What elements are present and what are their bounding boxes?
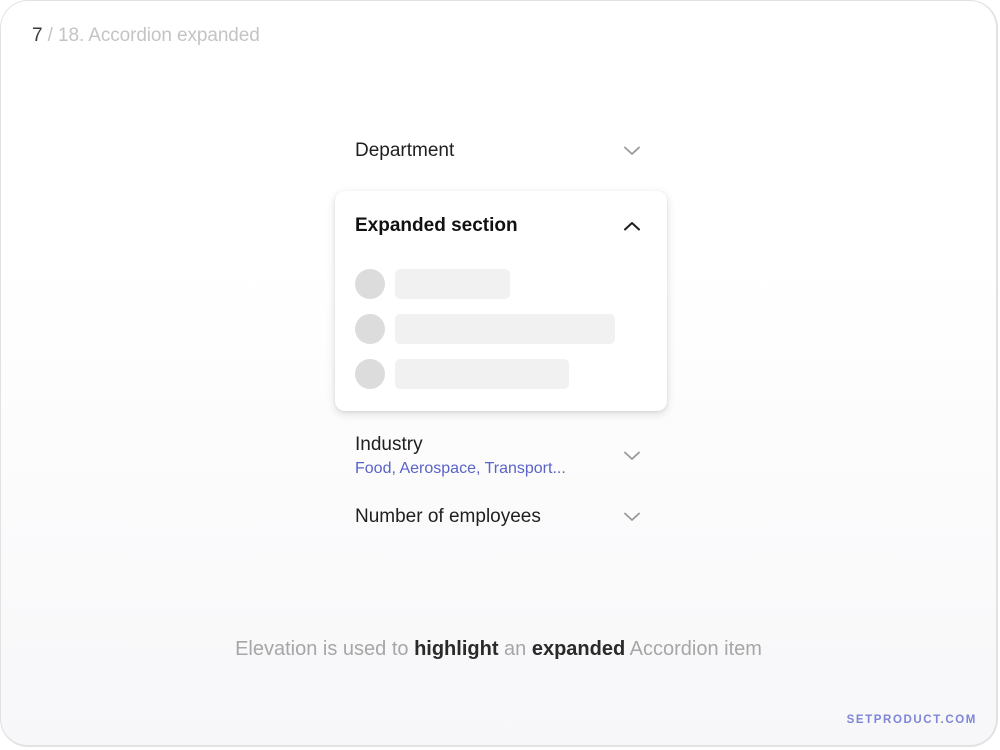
skeleton-text-bar	[395, 268, 510, 299]
chevron-down-icon[interactable]	[621, 445, 643, 467]
accordion-item-industry[interactable]: Industry Food, Aerospace, Transport...	[335, 429, 667, 483]
chevron-down-icon[interactable]	[621, 140, 643, 162]
accordion-item-expanded: Expanded section	[335, 191, 667, 411]
caption-text: Accordion item	[625, 638, 762, 660]
slide-number: 7	[32, 25, 43, 46]
caption: Elevation is used to highlight an expand…	[1, 638, 996, 661]
skeleton-text-bar	[395, 358, 569, 389]
accordion-item-label: Industry	[355, 434, 423, 455]
brand-link[interactable]: SETPRODUCT.COM	[847, 714, 977, 726]
accordion-item-text: Industry Food, Aerospace, Transport...	[355, 434, 566, 478]
skeleton-text-bar	[395, 313, 615, 344]
chevron-down-icon[interactable]	[621, 506, 643, 528]
caption-text: Elevation is used to	[235, 638, 415, 660]
chevron-up-icon[interactable]	[621, 215, 643, 237]
caption-text: an	[498, 638, 532, 660]
skeleton-list	[335, 261, 667, 396]
accordion-item-header[interactable]: Expanded section	[335, 191, 667, 261]
caption-emphasis: expanded	[531, 638, 626, 660]
slide-separator: /	[42, 25, 59, 46]
accordion-item-label: Department	[355, 140, 455, 161]
slide-title: 7 / 18. Accordion expanded	[32, 25, 260, 47]
accordion-item-sublabel: Food, Aerospace, Transport...	[355, 460, 566, 477]
skeleton-avatar	[355, 268, 385, 299]
skeleton-row	[355, 306, 647, 351]
accordion-item-employees[interactable]: Number of employees	[335, 497, 667, 537]
skeleton-avatar	[355, 358, 385, 389]
skeleton-row	[355, 351, 647, 396]
skeleton-row	[355, 261, 647, 306]
accordion-item-label: Expanded section	[355, 215, 518, 236]
accordion-item-label: Number of employees	[355, 506, 541, 527]
skeleton-avatar	[355, 313, 385, 344]
accordion-item-department[interactable]: Department	[335, 121, 667, 181]
caption-emphasis: highlight	[414, 638, 499, 660]
slide-frame: 7 / 18. Accordion expanded Department Ex…	[0, 0, 998, 747]
accordion: Department Expanded section Industry Foo…	[335, 121, 667, 537]
slide-name: 18. Accordion expanded	[58, 25, 260, 46]
